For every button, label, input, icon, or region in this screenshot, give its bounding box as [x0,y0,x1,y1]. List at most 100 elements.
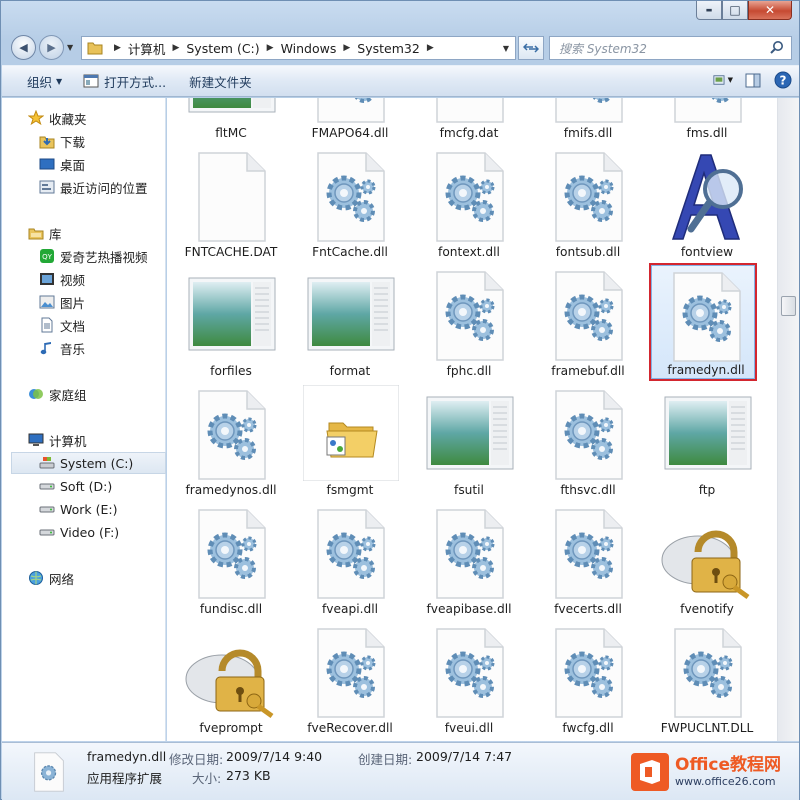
exe-window-icon [426,389,514,481]
file-item[interactable]: fmcfg.dat [415,98,523,148]
close-button[interactable]: ✕ [748,1,792,20]
back-button[interactable]: ◀ [11,35,36,60]
file-item[interactable]: framebuf.dll [534,270,642,386]
file-item[interactable]: fvenotify [653,508,761,624]
dll-gears-icon [671,627,745,719]
chevron-down-icon: ▼ [56,76,63,86]
minimize-button[interactable]: ▬ [696,1,722,20]
breadcrumb-drive-c[interactable]: System (C:) [186,41,259,56]
vertical-scrollbar[interactable] [777,98,799,741]
selected-file-thumbnail [32,752,66,792]
details-pane: framedyn.dll 应用程序扩展 修改日期: 2009/7/14 9:40… [2,742,799,800]
file-item[interactable]: FWPUCLNT.DLL [653,627,761,741]
file-item[interactable]: FntCache.dll [296,151,404,267]
sidebar-item-drive-c[interactable]: System (C:) [11,452,166,474]
file-name: ftp [698,483,716,497]
breadcrumb-separator[interactable]: ▶ [172,43,179,53]
file-item[interactable]: fontview [653,151,761,267]
exe-window-icon [188,98,276,124]
address-bar[interactable]: ▶ 计算机 ▶ System (C:) ▶ Windows ▶ System32… [81,36,516,60]
file-item[interactable]: format [296,270,404,386]
file-item[interactable]: fveapi.dll [296,508,404,624]
file-item[interactable]: FMAPO64.dll [296,98,404,148]
new-folder-label: 新建文件夹 [189,74,252,90]
file-name: format [329,364,371,378]
sidebar-label: Work (E:) [60,501,118,517]
sidebar-label: 库 [49,226,62,242]
file-item[interactable]: fltMC [177,98,285,148]
forward-arrow-icon: ▶ [47,41,56,54]
breadcrumb-separator[interactable]: ▶ [114,43,121,53]
file-name: fveapi.dll [322,602,378,616]
help-button[interactable]: ? [773,70,793,90]
library-icon [28,225,44,241]
file-item[interactable]: fveapibase.dll [415,508,523,624]
drive-icon [39,501,55,517]
breadcrumb-separator[interactable]: ▶ [427,43,434,53]
explorer-window: ▬ □ ✕ ◀ ▶ ▼ ▶ 计算机 ▶ System (C:) ▶ Window… [0,0,800,800]
refresh-button[interactable] [518,36,544,60]
file-name: fmcfg.dat [439,126,499,140]
file-item[interactable]: forfiles [177,270,285,386]
details-modified-value: 2009/7/14 9:40 [226,749,323,764]
breadcrumb-windows[interactable]: Windows [281,41,337,56]
maximize-button[interactable]: □ [722,1,748,20]
file-name: fsmgmt [326,483,374,497]
file-item[interactable]: fms.dll [653,98,761,148]
organize-menu[interactable]: 组织 ▼ [19,69,70,93]
change-view-button[interactable]: ▼ [713,70,733,90]
file-item[interactable]: fveprompt [177,627,285,741]
file-name: framebuf.dll [551,364,625,378]
file-item[interactable]: framedyn.dll [649,263,757,381]
toolbar-right-group: ▼ ? [713,70,793,90]
dll-gears-icon [195,389,269,481]
folder-share-icon [302,384,400,482]
dll-gears-icon [433,151,507,243]
breadcrumb-computer[interactable]: 计算机 [128,39,166,58]
search-input[interactable]: 搜索 System32 [549,36,792,60]
network-icon [28,570,44,586]
forward-button[interactable]: ▶ [39,35,64,60]
new-folder-button[interactable]: 新建文件夹 [181,69,260,93]
file-item[interactable]: fsmgmt [296,384,404,505]
dll-gears-icon [314,98,388,124]
file-item[interactable]: fveui.dll [415,627,523,741]
dll-gears-icon [314,151,388,243]
file-item[interactable]: fphc.dll [415,270,523,386]
recent-pages-dropdown[interactable]: ▼ [67,43,73,52]
file-item[interactable]: fontext.dll [415,151,523,267]
sidebar-label: 图片 [60,295,86,311]
file-name: fveapibase.dll [426,602,512,616]
dll-gears-icon [552,389,626,481]
address-dropdown-button[interactable]: ▼ [497,37,515,59]
file-item[interactable]: fsutil [415,389,523,505]
exe-window-icon [307,270,395,362]
sidebar-label: 家庭组 [49,387,87,403]
bitlocker-lock-icon [661,508,750,600]
desktop-icon [39,156,55,172]
scrollbar-thumb[interactable] [781,296,796,316]
file-item[interactable]: fundisc.dll [177,508,285,624]
breadcrumb-system32[interactable]: System32 [357,41,420,56]
file-item[interactable]: fwcfg.dll [534,627,642,741]
exe-window-icon [188,270,276,362]
details-size-label: 大小: [192,771,222,786]
file-item[interactable]: FNTCACHE.DAT [177,151,285,267]
file-item[interactable]: fmifs.dll [534,98,642,148]
file-item[interactable]: fthsvc.dll [534,389,642,505]
breadcrumb-separator[interactable]: ▶ [267,43,274,53]
open-with-button[interactable]: 打开方式... [75,69,174,93]
breadcrumb-separator[interactable]: ▶ [343,43,350,53]
dll-gears-icon [552,98,626,124]
file-item[interactable]: framedynos.dll [177,389,285,505]
search-icon[interactable] [769,40,785,56]
open-with-label: 打开方式... [104,74,167,90]
preview-pane-button[interactable] [743,70,763,90]
file-name: FNTCACHE.DAT [184,245,278,259]
file-item[interactable]: fveRecover.dll [296,627,404,741]
file-name: fontsub.dll [555,245,621,259]
file-item[interactable]: fvecerts.dll [534,508,642,624]
file-item[interactable]: fontsub.dll [534,151,642,267]
file-name: forfiles [210,364,252,378]
file-item[interactable]: ftp [653,389,761,505]
